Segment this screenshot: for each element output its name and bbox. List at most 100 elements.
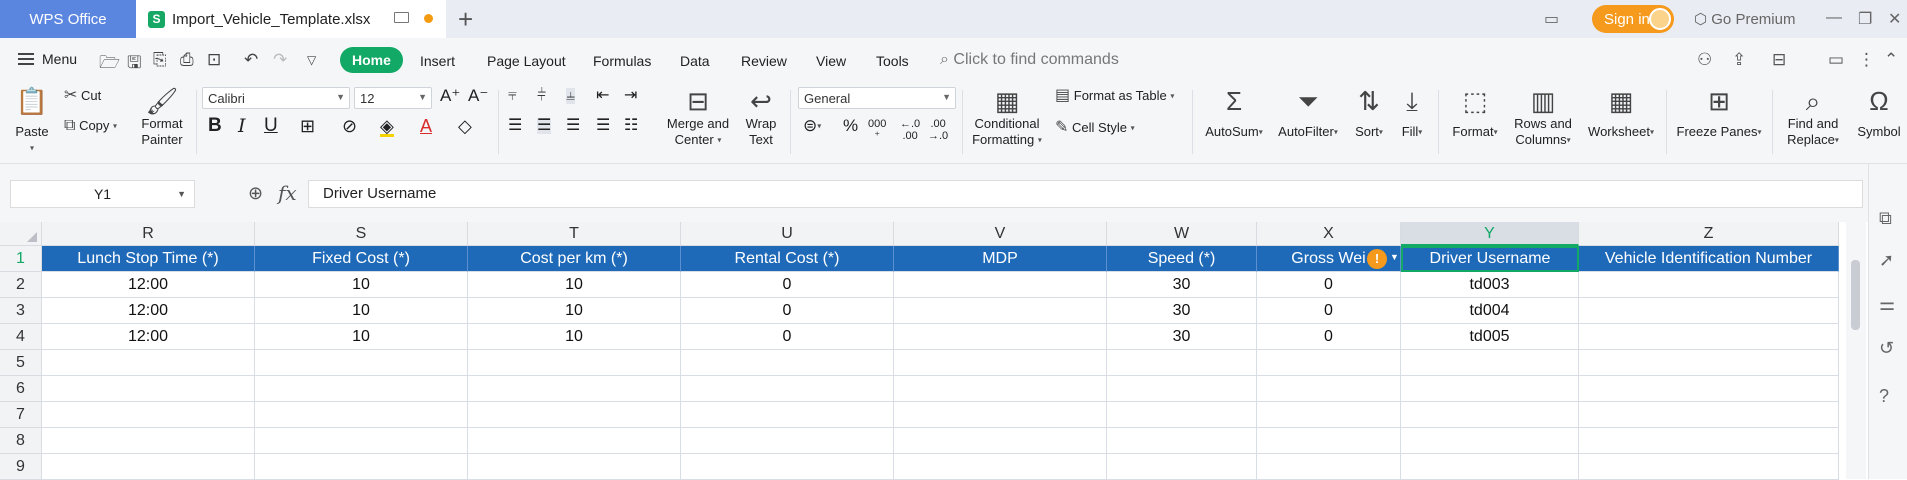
tab-view[interactable]: View — [816, 53, 846, 69]
cell-x6[interactable] — [1257, 376, 1401, 402]
cell-t9[interactable] — [468, 454, 681, 480]
cell-z7[interactable] — [1579, 402, 1839, 428]
add-user-icon[interactable]: ⚇ — [1697, 50, 1712, 70]
print-icon[interactable]: ⎙ — [180, 50, 194, 70]
cell-r4[interactable]: 12:00 — [42, 324, 255, 350]
wps-office-tab[interactable]: WPS Office — [0, 0, 136, 38]
save-icon[interactable]: 🖫 — [127, 50, 141, 79]
currency-icon[interactable]: ⊜▾ — [803, 117, 821, 135]
cell-y5[interactable] — [1401, 350, 1579, 376]
cell-v1[interactable]: MDP — [894, 246, 1107, 272]
cell-w7[interactable] — [1107, 402, 1257, 428]
row-header-7[interactable]: 7 — [0, 402, 42, 428]
column-header-w[interactable]: W — [1107, 222, 1257, 246]
row-header-5[interactable]: 5 — [0, 350, 42, 376]
font-name-select[interactable]: Calibri ▼ — [202, 87, 350, 109]
tab-formulas[interactable]: Formulas — [593, 53, 651, 69]
cell-w5[interactable] — [1107, 350, 1257, 376]
cell-z2[interactable] — [1579, 272, 1839, 298]
cut-button[interactable]: ✂ Cut — [64, 88, 101, 104]
cell-v9[interactable] — [894, 454, 1107, 480]
fx-icon[interactable]: fx — [278, 181, 297, 205]
cell-s1[interactable]: Fixed Cost (*) — [255, 246, 468, 272]
cell-t2[interactable]: 10 — [468, 272, 681, 298]
paste-button[interactable]: 📋 Paste ▾ — [12, 86, 52, 157]
fill-button[interactable]: ⤓ Fill▾ — [1394, 86, 1430, 141]
cell-r8[interactable] — [42, 428, 255, 454]
symbol-button[interactable]: Ω Symbol — [1854, 86, 1904, 140]
cell-x5[interactable] — [1257, 350, 1401, 376]
print-preview-icon[interactable]: ⊡ — [207, 50, 221, 70]
tab-tools[interactable]: Tools — [876, 53, 909, 69]
cell-u7[interactable] — [681, 402, 894, 428]
cell-w8[interactable] — [1107, 428, 1257, 454]
increase-decimal-icon[interactable]: ←.0.00 — [900, 118, 920, 142]
sort-button[interactable]: ⇅ Sort▾ — [1350, 86, 1388, 141]
monitor-icon[interactable] — [394, 12, 409, 23]
cell-u3[interactable]: 0 — [681, 298, 894, 324]
cell-v8[interactable] — [894, 428, 1107, 454]
column-header-r[interactable]: R — [42, 222, 255, 246]
cell-v5[interactable] — [894, 350, 1107, 376]
cell-t1[interactable]: Cost per km (*) — [468, 246, 681, 272]
share-icon[interactable]: ⇪ — [1732, 50, 1746, 70]
align-top-icon[interactable]: ⫧ — [508, 88, 517, 104]
cell-x9[interactable] — [1257, 454, 1401, 480]
cell-v4[interactable] — [894, 324, 1107, 350]
worksheet-button[interactable]: ▦ Worksheet▾ — [1584, 86, 1658, 141]
cell-z9[interactable] — [1579, 454, 1839, 480]
row-header-2[interactable]: 2 — [0, 272, 42, 298]
formula-input[interactable]: Driver Username — [308, 180, 1863, 208]
command-search[interactable]: ⌕ Click to find commands — [940, 51, 1119, 69]
cell-y9[interactable] — [1401, 454, 1579, 480]
history-icon[interactable]: ↺ — [1879, 338, 1894, 359]
redo-icon[interactable]: ↷ — [273, 50, 287, 70]
vertical-scrollbar[interactable] — [1846, 222, 1866, 479]
row-header-6[interactable]: 6 — [0, 376, 42, 402]
cell-w1[interactable]: Speed (*) — [1107, 246, 1257, 272]
pointer-icon[interactable]: ➚ — [1879, 250, 1894, 271]
increase-indent-icon[interactable]: ⇥ — [624, 88, 637, 104]
cell-u2[interactable]: 0 — [681, 272, 894, 298]
cell-w3[interactable]: 30 — [1107, 298, 1257, 324]
row-header-3[interactable]: 3 — [0, 298, 42, 324]
wrap-text-button[interactable]: ↩ Wrap Text — [740, 86, 782, 148]
autofilter-button[interactable]: ⏷ AutoFilter▾ — [1274, 86, 1342, 141]
comment-icon[interactable]: ▭ — [1828, 50, 1844, 70]
workspace-icon[interactable]: ▭ — [1544, 9, 1559, 29]
document-tab[interactable]: S Import_Vehicle_Template.xlsx — [136, 0, 446, 38]
cell-r5[interactable] — [42, 350, 255, 376]
cell-z1[interactable]: Vehicle Identification Number — [1579, 246, 1839, 272]
find-replace-button[interactable]: ⌕ Find and Replace▾ — [1780, 86, 1846, 149]
clear-format-icon[interactable]: ◇ — [458, 117, 472, 135]
align-middle-icon[interactable]: ⫩ — [537, 88, 546, 104]
fill-color-icon[interactable]: ◈ — [380, 117, 394, 137]
strikethrough-icon[interactable]: ⊘ — [342, 117, 357, 135]
format-painter-button[interactable]: 🖌 Format Painter — [138, 86, 186, 148]
underline-icon[interactable]: U — [264, 116, 278, 135]
cell-y7[interactable] — [1401, 402, 1579, 428]
cell-t5[interactable] — [468, 350, 681, 376]
column-header-s[interactable]: S — [255, 222, 468, 246]
column-header-z[interactable]: Z — [1579, 222, 1839, 246]
cell-y8[interactable] — [1401, 428, 1579, 454]
cell-r1[interactable]: Lunch Stop Time (*) — [42, 246, 255, 272]
row-header-8[interactable]: 8 — [0, 428, 42, 454]
cell-u6[interactable] — [681, 376, 894, 402]
go-premium-button[interactable]: ⬡ Go Premium — [1694, 10, 1795, 28]
percent-icon[interactable]: % — [843, 117, 858, 134]
font-color-icon[interactable]: A — [420, 117, 432, 135]
cell-z5[interactable] — [1579, 350, 1839, 376]
cell-w4[interactable]: 30 — [1107, 324, 1257, 350]
decrease-indent-icon[interactable]: ⇤ — [596, 88, 609, 104]
cell-u1[interactable]: Rental Cost (*) — [681, 246, 894, 272]
cell-z3[interactable] — [1579, 298, 1839, 324]
scroll-thumb[interactable] — [1851, 260, 1860, 330]
conditional-formatting-button[interactable]: ▦ Conditional Formatting ▾ — [968, 86, 1046, 149]
cell-s2[interactable]: 10 — [255, 272, 468, 298]
cell-w9[interactable] — [1107, 454, 1257, 480]
undo-icon[interactable]: ↶ — [244, 50, 258, 70]
distributed-icon[interactable]: ☷ — [624, 118, 638, 134]
cell-style-button[interactable]: ✎ Cell Style ▾ — [1055, 120, 1135, 137]
italic-icon[interactable]: I — [238, 117, 246, 136]
